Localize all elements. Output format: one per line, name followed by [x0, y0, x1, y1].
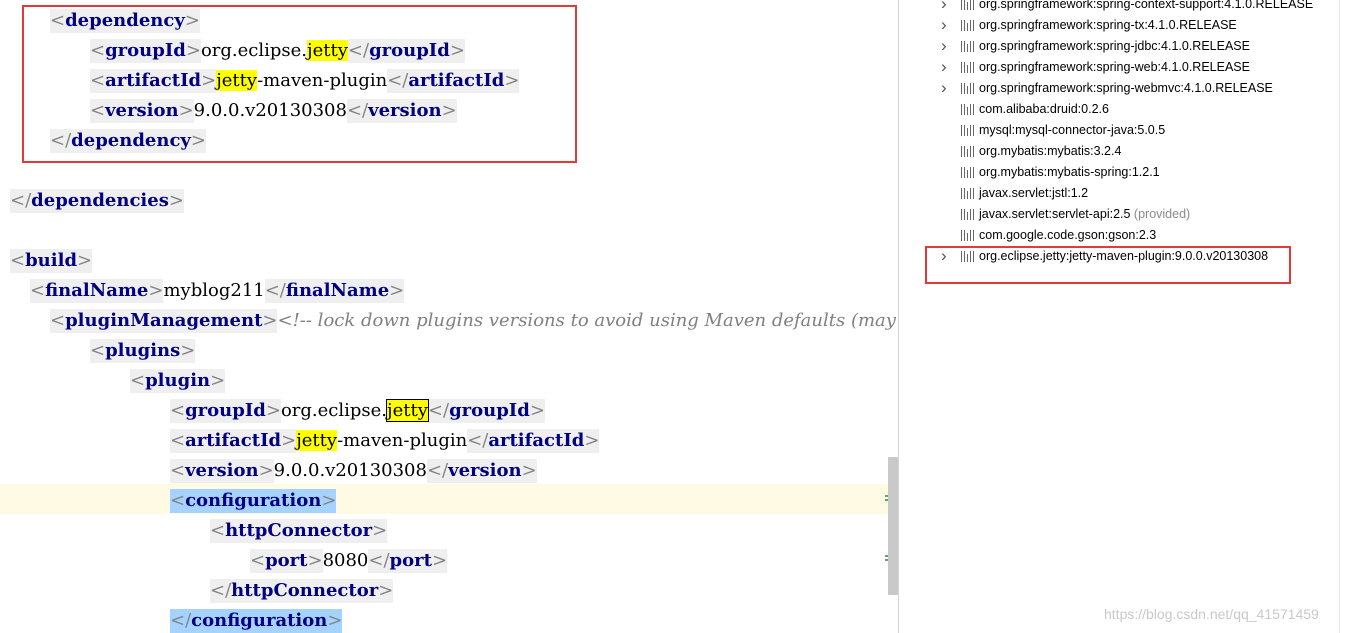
dependency-label: org.springframework:spring-context-suppo… [979, 0, 1314, 11]
search-match-current: jetty [386, 399, 429, 422]
dependency-tree-item[interactable]: mysql:mysql-connector-java:5.0.5 [899, 120, 1339, 141]
code-line[interactable]: </configuration> [170, 606, 343, 633]
dependency-tree-item[interactable]: › org.springframework:spring-jdbc:4.1.0.R… [899, 36, 1339, 57]
dependency-label: mysql:mysql-connector-java:5.0.5 [979, 123, 1166, 137]
code-line[interactable]: <port>8080</port> [250, 546, 448, 576]
code-line[interactable]: </httpConnector> [210, 576, 394, 606]
library-icon [961, 20, 975, 31]
library-icon [961, 125, 975, 136]
dependency-label: org.mybatis:mybatis:3.2.4 [979, 144, 1122, 158]
dependency-tree-item[interactable]: javax.servlet:servlet-api:2.5 (provided) [899, 204, 1339, 225]
library-icon [961, 0, 975, 10]
dependency-label: org.springframework:spring-web:4.1.0.REL… [979, 60, 1250, 74]
annotation-box [925, 246, 1291, 284]
code-line[interactable]: <build> [10, 246, 93, 276]
dependency-tree-item[interactable]: › org.springframework:spring-context-supp… [899, 0, 1339, 15]
dependency-label: com.alibaba:druid:0.2.6 [979, 102, 1109, 116]
xml-code-editor[interactable]: <dependency> <groupId>org.eclipse.jetty<… [0, 0, 898, 633]
library-icon [961, 188, 975, 199]
current-line-highlight [0, 484, 898, 514]
editor-scrollbar[interactable] [888, 457, 898, 595]
library-icon [961, 230, 975, 241]
dependency-tree-item[interactable]: org.mybatis:mybatis-spring:1.2.1 [899, 162, 1339, 183]
code-line[interactable]: <artifactId>jetty-maven-plugin</artifact… [170, 426, 600, 456]
library-icon [961, 146, 975, 157]
library-icon [961, 167, 975, 178]
chevron-right-icon[interactable]: › [941, 57, 951, 76]
matched-tag: </configuration> [170, 609, 343, 633]
library-icon [961, 209, 975, 220]
code-line[interactable]: <finalName>myblog211</finalName> [30, 276, 405, 306]
dependency-tree-item[interactable]: com.google.code.gson:gson:2.3 [899, 225, 1339, 246]
dependency-label: org.springframework:spring-tx:4.1.0.RELE… [979, 18, 1237, 32]
dependency-label: com.google.code.gson:gson:2.3 [979, 228, 1157, 242]
code-line[interactable]: <version>9.0.0.v20130308</version> [170, 456, 537, 486]
search-match: jetty [296, 430, 338, 451]
dependency-scope: (provided) [1130, 207, 1191, 221]
code-line[interactable]: <httpConnector> [210, 516, 388, 546]
chevron-right-icon[interactable]: › [941, 36, 951, 55]
library-icon [961, 41, 975, 52]
code-line[interactable]: </dependencies> [10, 186, 184, 216]
dependency-tree-item[interactable]: org.mybatis:mybatis:3.2.4 [899, 141, 1339, 162]
dependency-label: org.springframework:spring-webmvc:4.1.0.… [979, 81, 1273, 95]
library-icon [961, 104, 975, 115]
code-line[interactable]: <plugin> [130, 366, 226, 396]
dependency-label: org.mybatis:mybatis-spring:1.2.1 [979, 165, 1160, 179]
library-icon [961, 83, 975, 94]
code-line[interactable]: <pluginManagement><!-- lock down plugins… [50, 306, 896, 336]
code-comment: <!-- lock down plugins versions to avoid… [277, 310, 896, 331]
dependency-label: javax.servlet:jstl:1.2 [979, 186, 1089, 200]
maven-dependency-tree[interactable]: › org.springframework:spring-context-supp… [899, 0, 1339, 633]
library-icon [961, 62, 975, 73]
matched-tag: <configuration> [170, 489, 337, 513]
chevron-right-icon[interactable]: › [941, 78, 951, 97]
chevron-right-icon[interactable]: › [941, 0, 951, 13]
code-line[interactable]: <plugins> [90, 336, 196, 366]
tree-scrollbar[interactable] [1339, 0, 1357, 633]
dependency-tree-item[interactable]: › org.springframework:spring-tx:4.1.0.REL… [899, 15, 1339, 36]
annotation-box [22, 5, 577, 163]
dependency-tree-item[interactable]: › org.springframework:spring-web:4.1.0.RE… [899, 57, 1339, 78]
dependency-tree-item[interactable]: com.alibaba:druid:0.2.6 [899, 99, 1339, 120]
chevron-right-icon[interactable]: › [941, 15, 951, 34]
dependency-label: javax.servlet:servlet-api:2.5 (provided) [979, 207, 1191, 221]
watermark: https://blog.csdn.net/qq_41571459 [1104, 606, 1319, 622]
dependency-label: org.springframework:spring-jdbc:4.1.0.RE… [979, 39, 1250, 53]
dependency-tree-item[interactable]: › org.springframework:spring-webmvc:4.1.0… [899, 78, 1339, 99]
code-line[interactable]: <configuration> [170, 486, 337, 516]
dependency-tree-item[interactable]: javax.servlet:jstl:1.2 [899, 183, 1339, 204]
code-line[interactable]: <groupId>org.eclipse.jetty</groupId> [170, 396, 545, 426]
